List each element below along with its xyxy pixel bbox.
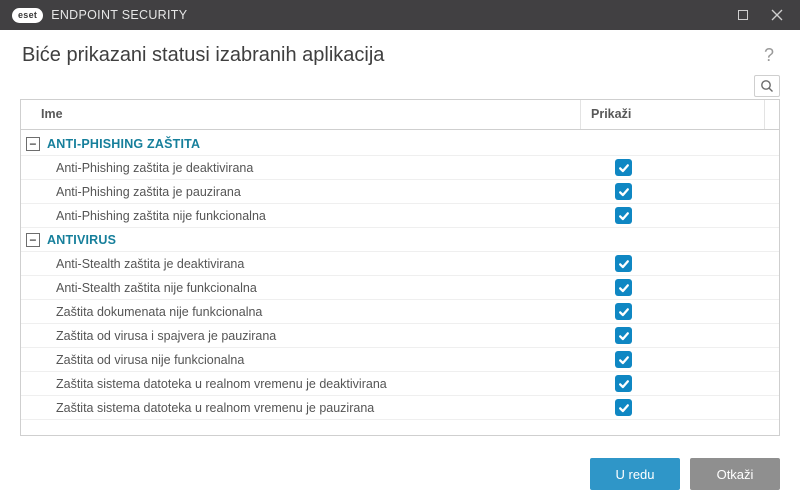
search-button[interactable] [754, 75, 780, 97]
status-name: Zaštita od virusa nije funkcionalna [21, 353, 605, 367]
status-name: Zaštita od virusa i spajvera je pauziran… [21, 329, 605, 343]
column-header-show[interactable]: Prikaži [581, 100, 765, 129]
group-label: ANTIVIRUS [47, 233, 605, 247]
dialog-footer: U redu Otkaži [0, 448, 800, 500]
page-title: Biće prikazani statusi izabranih aplikac… [22, 44, 384, 67]
group-row[interactable]: −ANTI-PHISHING ZAŠTITA [21, 132, 779, 156]
minimize-icon [737, 9, 749, 21]
window-close-button[interactable] [760, 0, 794, 30]
status-row: Zaštita od virusa i spajvera je pauziran… [21, 324, 779, 348]
close-icon [771, 9, 783, 21]
product-name: ENDPOINT SECURITY [51, 8, 187, 22]
brand-badge: eset [12, 8, 43, 23]
status-row: Zaštita sistema datoteka u realnom vreme… [21, 372, 779, 396]
show-checkbox[interactable] [615, 351, 632, 368]
show-checkbox[interactable] [615, 399, 632, 416]
group-row[interactable]: −ANTIVIRUS [21, 228, 779, 252]
show-checkbox[interactable] [615, 375, 632, 392]
status-row: Anti-Stealth zaštita je deaktivirana [21, 252, 779, 276]
status-row: Anti-Stealth zaštita nije funkcionalna [21, 276, 779, 300]
show-checkbox[interactable] [615, 183, 632, 200]
status-row: Zaštita od virusa nije funkcionalna [21, 348, 779, 372]
status-name: Anti-Phishing zaštita je pauzirana [21, 185, 605, 199]
help-button[interactable]: ? [760, 45, 778, 66]
show-checkbox[interactable] [615, 327, 632, 344]
collapse-icon[interactable]: − [26, 233, 40, 247]
column-header-name[interactable]: Ime [21, 100, 581, 129]
status-name: Anti-Stealth zaštita nije funkcionalna [21, 281, 605, 295]
status-name: Anti-Phishing zaštita nije funkcionalna [21, 209, 605, 223]
status-name: Anti-Stealth zaštita je deaktivirana [21, 257, 605, 271]
group-label: ANTI-PHISHING ZAŠTITA [47, 137, 605, 151]
cancel-button[interactable]: Otkaži [690, 458, 780, 490]
status-name: Anti-Phishing zaštita je deaktivirana [21, 161, 605, 175]
status-name: Zaštita dokumenata nije funkcionalna [21, 305, 605, 319]
status-row: Anti-Phishing zaštita je pauzirana [21, 180, 779, 204]
show-checkbox[interactable] [615, 159, 632, 176]
titlebar: eset ENDPOINT SECURITY [0, 0, 800, 30]
status-grid: Ime Prikaži −ANTI-PHISHING ZAŠTITAAnti-P… [20, 99, 780, 436]
dialog-header: Biće prikazani statusi izabranih aplikac… [0, 30, 800, 75]
status-name: Zaštita sistema datoteka u realnom vreme… [21, 377, 605, 391]
show-checkbox[interactable] [615, 207, 632, 224]
ok-button[interactable]: U redu [590, 458, 680, 490]
grid-header: Ime Prikaži [21, 100, 779, 130]
grid-body[interactable]: −ANTI-PHISHING ZAŠTITAAnti-Phishing zašt… [21, 130, 779, 435]
search-icon [760, 79, 774, 93]
status-row: Anti-Phishing zaštita nije funkcionalna [21, 204, 779, 228]
show-checkbox[interactable] [615, 279, 632, 296]
status-name: Zaštita sistema datoteka u realnom vreme… [21, 401, 605, 415]
show-checkbox[interactable] [615, 255, 632, 272]
collapse-icon[interactable]: − [26, 137, 40, 151]
status-row: Zaštita dokumenata nije funkcionalna [21, 300, 779, 324]
window-minimize-button[interactable] [726, 0, 760, 30]
status-row: Anti-Phishing zaštita je deaktivirana [21, 156, 779, 180]
show-checkbox[interactable] [615, 303, 632, 320]
status-row: Zaštita sistema datoteka u realnom vreme… [21, 396, 779, 420]
